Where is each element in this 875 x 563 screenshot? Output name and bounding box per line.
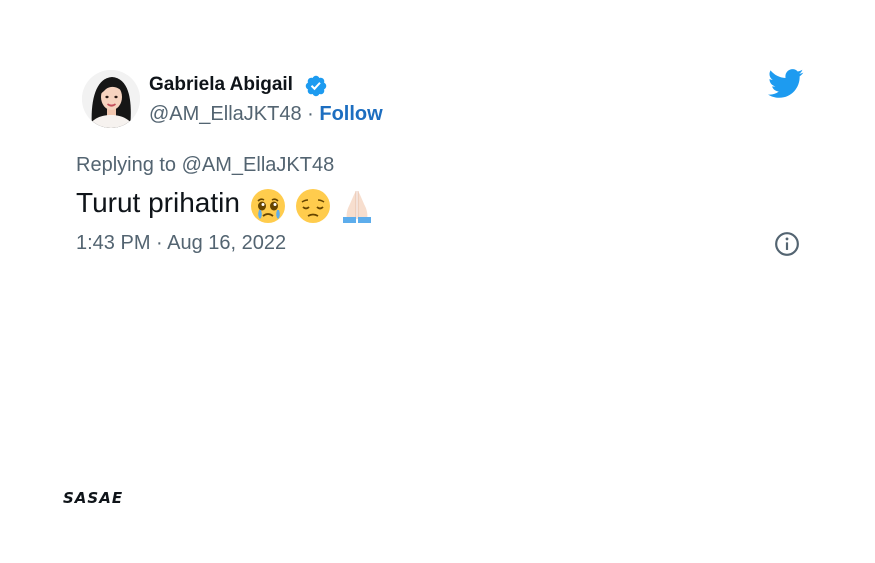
replying-to: Replying to @AM_EllaJKT48	[76, 154, 334, 177]
twitter-bird-icon[interactable]	[768, 68, 804, 100]
tweet-text: Turut prihatin	[76, 187, 240, 218]
avatar[interactable]	[82, 70, 140, 128]
replying-to-handle[interactable]: @AM_EllaJKT48	[182, 154, 335, 176]
author-handle[interactable]: @AM_EllaJKT48	[149, 103, 302, 125]
tweet-card: Gabriela Abigail @AM_EllaJKT48 · Follow …	[0, 0, 875, 563]
follow-button[interactable]: Follow	[319, 103, 382, 125]
tweet-body: Turut prihatin	[76, 184, 376, 224]
tweet-timestamp[interactable]: 1:43 PM · Aug 16, 2022	[76, 232, 286, 255]
info-icon[interactable]	[774, 231, 800, 257]
handle-row: @AM_EllaJKT48 · Follow	[149, 103, 383, 126]
separator-dot: ·	[307, 103, 314, 125]
emoji-row	[250, 185, 377, 224]
pensive-face-emoji	[295, 188, 330, 223]
verified-badge-icon	[305, 75, 327, 97]
watermark-logo: SASAE	[63, 489, 124, 507]
folded-hands-emoji	[343, 190, 372, 223]
replying-to-prefix: Replying to	[76, 154, 177, 176]
author-name[interactable]: Gabriela Abigail	[149, 74, 293, 96]
crying-face-emoji	[250, 188, 285, 223]
